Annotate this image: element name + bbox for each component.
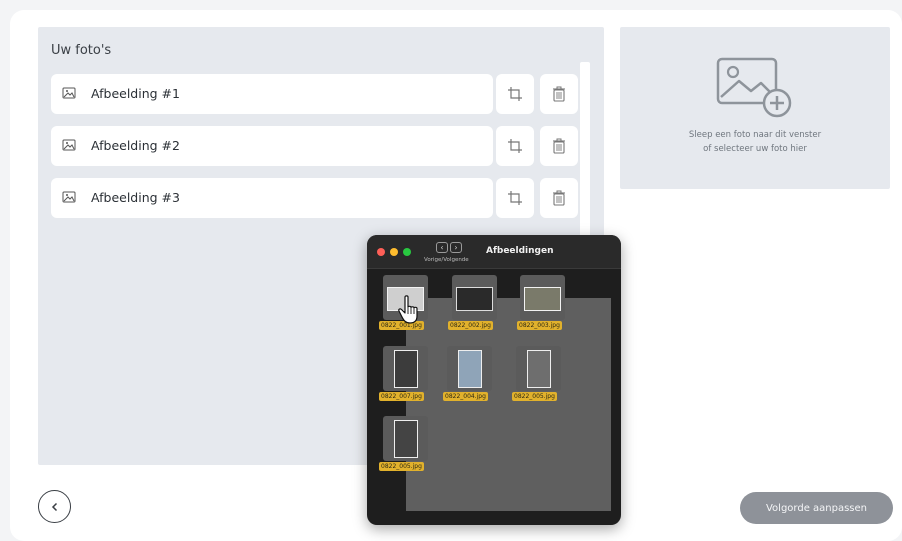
crop-icon <box>508 139 522 153</box>
file-thumbnail[interactable] <box>452 275 497 320</box>
upload-line-1: Sleep een foto naar dit venster <box>688 130 822 140</box>
crop-icon <box>508 87 522 101</box>
photo-row-2[interactable]: Afbeelding #2 <box>51 126 493 166</box>
file-name: 0822_005.jpg <box>379 462 424 471</box>
file-thumbnail[interactable] <box>516 346 561 391</box>
delete-button-3[interactable] <box>540 178 578 218</box>
crop-button-1[interactable] <box>496 74 534 114</box>
photo-row-3[interactable]: Afbeelding #3 <box>51 178 493 218</box>
trash-icon <box>553 190 565 206</box>
image-icon <box>62 139 76 151</box>
zoom-window-button[interactable] <box>403 248 411 256</box>
image-icon <box>62 191 76 203</box>
add-image-icon <box>716 57 792 118</box>
file-thumbnail[interactable] <box>447 346 492 391</box>
file-name: 0822_003.jpg <box>517 321 562 330</box>
photo-row-label: Afbeelding #2 <box>91 138 180 153</box>
file-thumbnail[interactable] <box>383 416 428 461</box>
reorder-button[interactable]: Volgorde aanpassen <box>740 492 893 524</box>
photo-row-label: Afbeelding #3 <box>91 190 180 205</box>
nav-label: Vorige/Volgende <box>424 257 469 263</box>
upload-line-2: of selecteer uw foto hier <box>703 144 807 154</box>
finder-title: Afbeeldingen <box>486 246 554 256</box>
chevron-left-icon <box>51 502 57 511</box>
upload-dropzone[interactable]: Sleep een foto naar dit venster of selec… <box>620 27 890 189</box>
image-icon <box>62 87 76 99</box>
file-name: 0822_004.jpg <box>443 392 488 401</box>
trash-icon <box>553 86 565 102</box>
minimize-window-button[interactable] <box>390 248 398 256</box>
drag-selection-overlay <box>406 298 611 511</box>
file-name: 0822_005.jpg <box>512 392 557 401</box>
finder-titlebar[interactable]: ‹ › Vorige/Volgende Afbeeldingen <box>367 235 621 269</box>
back-nav-button[interactable]: ‹ <box>436 242 448 253</box>
forward-nav-button[interactable]: › <box>450 242 462 253</box>
file-name: 0822_007.jpg <box>379 392 424 401</box>
delete-button-2[interactable] <box>540 126 578 166</box>
close-window-button[interactable] <box>377 248 385 256</box>
panel-title: Uw foto's <box>51 43 112 58</box>
crop-icon <box>508 191 522 205</box>
file-name: 0822_002.jpg <box>448 321 493 330</box>
file-thumbnail[interactable] <box>520 275 565 320</box>
photo-row-1[interactable]: Afbeelding #1 <box>51 74 493 114</box>
delete-button-1[interactable] <box>540 74 578 114</box>
finder-window[interactable]: ‹ › Vorige/Volgende Afbeeldingen 0822_00… <box>367 235 621 525</box>
file-thumbnail[interactable] <box>383 346 428 391</box>
crop-button-3[interactable] <box>496 178 534 218</box>
upload-instructions: Sleep een foto naar dit venster of selec… <box>620 128 890 156</box>
trash-icon <box>553 138 565 154</box>
back-button[interactable] <box>38 490 71 523</box>
photo-row-label: Afbeelding #1 <box>91 86 180 101</box>
hand-cursor-icon <box>398 295 418 324</box>
crop-button-2[interactable] <box>496 126 534 166</box>
